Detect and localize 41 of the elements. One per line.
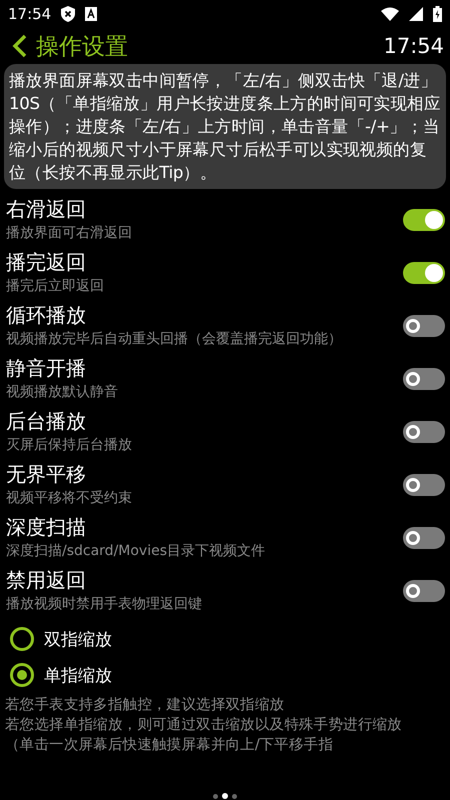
wifi-icon bbox=[381, 7, 399, 21]
toggle-switch[interactable] bbox=[403, 368, 445, 390]
setting-description: 播放界面可右滑返回 bbox=[6, 224, 133, 243]
toggle-switch[interactable] bbox=[403, 262, 445, 284]
toggle-switch[interactable] bbox=[403, 474, 445, 496]
shield-icon bbox=[61, 6, 76, 22]
setting-title: 静音开播 bbox=[6, 355, 87, 382]
setting-title: 播完返回 bbox=[6, 249, 87, 276]
signal-icon bbox=[409, 7, 423, 21]
setting-title: 无界平移 bbox=[6, 461, 87, 488]
setting-description: 视频播放默认静音 bbox=[6, 383, 119, 402]
setting-title: 深度扫描 bbox=[6, 514, 87, 541]
toggle-switch[interactable] bbox=[403, 526, 445, 548]
setting-title: 后台播放 bbox=[6, 408, 87, 435]
toggle-switch[interactable] bbox=[403, 314, 445, 336]
setting-description: 深度扫描/sdcard/Movies目录下视频文件 bbox=[6, 542, 266, 561]
radio-label: 双指缩放 bbox=[44, 628, 112, 650]
status-time: 17:54 bbox=[8, 5, 52, 23]
clock-time: 17:54 bbox=[383, 34, 444, 58]
note-text: （单击一次屏幕后快速触摸屏幕并向上/下平移手指 bbox=[5, 735, 334, 755]
setting-description: 播完后立即返回 bbox=[6, 277, 105, 296]
setting-description: 播放视频时禁用手表物理返回键 bbox=[6, 595, 203, 614]
battery-icon bbox=[433, 6, 442, 22]
setting-description: 灭屏后保持后台播放 bbox=[6, 436, 133, 455]
setting-description: 视频播放完毕后自动重头回播（会覆盖播完返回功能） bbox=[6, 330, 343, 349]
setting-title: 右滑返回 bbox=[6, 196, 87, 223]
toggle-switch[interactable] bbox=[403, 208, 445, 230]
note-text: 若您手表支持多指触控，建议选择双指缩放 bbox=[5, 695, 286, 715]
radio-button[interactable] bbox=[10, 663, 34, 687]
note-text: 若您选择单指缩放，则可通过双击缩放以及特殊手势进行缩放 bbox=[5, 715, 403, 735]
keyboard-icon bbox=[85, 7, 98, 21]
setting-description: 视频平移将不受约束 bbox=[6, 489, 133, 508]
toggle-switch[interactable] bbox=[403, 420, 445, 442]
radio-label: 单指缩放 bbox=[44, 664, 112, 686]
back-icon[interactable] bbox=[12, 34, 28, 58]
tip-text: 播放界面屏幕双击中间暂停，「左/右」侧双击快「退/进」10S（「单指缩放」用户长按进度条上方的时间可实现相应操作）；进度条「左/右」上方时间，单击音量「-/+」；当缩小后的视频尺寸小于屏幕尺寸后松手可以实现视频的复位（长按不再显示此Tip）。 bbox=[4, 64, 446, 189]
setting-title: 循环播放 bbox=[6, 302, 87, 329]
radio-button[interactable] bbox=[10, 627, 34, 651]
page-title: 操作设置 bbox=[36, 32, 129, 62]
toggle-switch[interactable] bbox=[403, 580, 445, 602]
setting-title: 禁用返回 bbox=[6, 567, 87, 594]
